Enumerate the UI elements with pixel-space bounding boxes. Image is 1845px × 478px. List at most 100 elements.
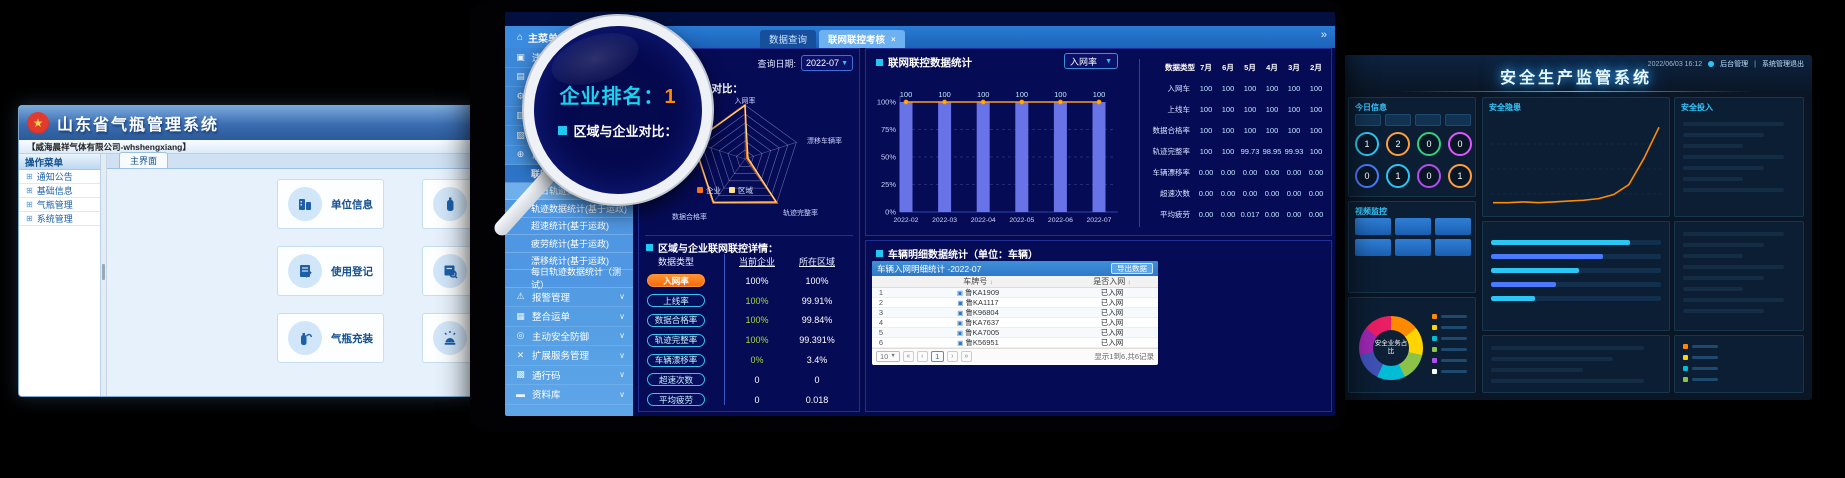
close-tab-icon[interactable]: × bbox=[891, 35, 896, 44]
legend-item bbox=[1683, 366, 1718, 371]
ring-gauge: 0 bbox=[1355, 164, 1379, 188]
submenu-item-超速统计(基于运政)[interactable]: 超速统计(基于运政) bbox=[505, 218, 633, 236]
company-value: 0% bbox=[725, 355, 789, 365]
ring-gauge: 0 bbox=[1417, 132, 1441, 156]
month-cell: 0.00 bbox=[1217, 168, 1239, 177]
table-row[interactable]: 6▣鲁K56951已入网 bbox=[872, 338, 1158, 348]
cylinder-menu-item-1[interactable]: ⊞通知公告 bbox=[19, 170, 100, 184]
month-cell: 0.00 bbox=[1195, 210, 1217, 219]
menu-icon: ▤ bbox=[515, 71, 526, 82]
cylinder-icon bbox=[433, 187, 467, 221]
svg-text:轨迹完整率: 轨迹完整率 bbox=[783, 208, 818, 217]
first-page-button[interactable]: « bbox=[903, 351, 914, 362]
pagination: 10▼ « ‹ 1 › » 显示1到6,共6记录 bbox=[872, 348, 1158, 363]
sidebar-item-扩展服务管理[interactable]: ✕扩展服务管理∨ bbox=[505, 346, 633, 366]
month-cell: 100 bbox=[1261, 84, 1283, 93]
video-button[interactable] bbox=[1355, 239, 1391, 256]
region-value: 3.4% bbox=[789, 355, 845, 365]
video-button[interactable] bbox=[1355, 218, 1391, 235]
query-date-select[interactable]: 2022-07 ▼ bbox=[801, 55, 853, 71]
expand-plus-icon[interactable]: ⊞ bbox=[26, 214, 33, 223]
video-panel: 视频监控 bbox=[1348, 201, 1476, 293]
ring-gauge: 1 bbox=[1355, 132, 1379, 156]
hazard-label: 安全隐患 bbox=[1489, 102, 1521, 113]
cylinder-menu-item-3[interactable]: ⊞气瓶管理 bbox=[19, 198, 100, 212]
expand-plus-icon[interactable]: ⊞ bbox=[26, 200, 33, 209]
data-type-button-平均疲劳[interactable]: 平均疲劳 bbox=[647, 393, 705, 406]
month-cell: 100 bbox=[1217, 147, 1239, 156]
company-value: 100% bbox=[725, 276, 789, 286]
legend-item-区域[interactable]: 区域 bbox=[729, 185, 753, 196]
cylinder-menu-item-4[interactable]: ⊞系统管理 bbox=[19, 212, 100, 226]
col-plate[interactable]: 车牌号 bbox=[963, 277, 987, 286]
doc-tab-数据查询[interactable]: 数据查询 bbox=[760, 30, 816, 48]
data-type-button-轨迹完整率[interactable]: 轨迹完整率 bbox=[647, 334, 705, 347]
sidebar-item-主动安全防御[interactable]: ◎主动安全防御∨ bbox=[505, 327, 633, 347]
export-button[interactable]: 导出数据 bbox=[1111, 263, 1153, 274]
navbar-more-icon[interactable]: » bbox=[1321, 29, 1327, 41]
month-cell: 100 bbox=[1195, 105, 1217, 114]
sidebar-item-整合运单[interactable]: ▦整合运单∨ bbox=[505, 307, 633, 327]
page-size-select[interactable]: 10▼ bbox=[876, 351, 900, 362]
month-cell: 100 bbox=[1217, 126, 1239, 135]
data-type-button-超速次数[interactable]: 超速次数 bbox=[647, 373, 705, 386]
submenu-item-疲劳统计(基于运政)[interactable]: 疲劳统计(基于运政) bbox=[505, 235, 633, 253]
legend-item-企业[interactable]: 企业 bbox=[697, 185, 721, 196]
svg-text:100: 100 bbox=[1054, 90, 1067, 99]
last-page-button[interactable]: » bbox=[961, 351, 972, 362]
tile-register[interactable]: 使用登记 bbox=[277, 246, 384, 296]
month-cell: 100 bbox=[1305, 126, 1327, 135]
data-type-button-上线率[interactable]: 上线率 bbox=[647, 294, 705, 307]
submenu-item-每日轨迹数据统计（测试）[interactable]: 每日轨迹数据统计（测试） bbox=[505, 270, 633, 288]
svg-text:2022-06: 2022-06 bbox=[1048, 217, 1073, 224]
tab-main[interactable]: 主界面 bbox=[119, 152, 168, 168]
prev-page-button[interactable]: ‹ bbox=[917, 351, 928, 362]
legend-item bbox=[1683, 377, 1718, 382]
company-value: 100% bbox=[725, 315, 789, 325]
video-button[interactable] bbox=[1435, 218, 1471, 235]
doc-tab-联网联控考核[interactable]: 联网联控考核× bbox=[819, 30, 905, 48]
chevron-down-icon: ▼ bbox=[1105, 58, 1112, 65]
tile-building[interactable]: 单位信息 bbox=[277, 179, 384, 229]
detail-row-入网率: 入网率100%100% bbox=[639, 271, 859, 291]
tile-filling[interactable]: 气瓶充装 bbox=[277, 313, 384, 363]
data-type-button-车辆漂移率[interactable]: 车辆漂移率 bbox=[647, 354, 705, 367]
col-status[interactable]: 是否入网 bbox=[1093, 277, 1125, 286]
data-type-button-入网率[interactable]: 入网率 bbox=[647, 274, 705, 287]
video-label: 视频监控 bbox=[1355, 206, 1387, 217]
chevron-down-icon: ∨ bbox=[619, 292, 625, 301]
vehicle-table-band-title: 车辆入网明细统计 -2022-07 bbox=[877, 263, 981, 275]
sidebar-item-资料库[interactable]: ▬资料库∨ bbox=[505, 385, 633, 405]
data-type-button-数据合格率[interactable]: 数据合格率 bbox=[647, 314, 705, 327]
svg-text:数据合格率: 数据合格率 bbox=[672, 212, 707, 221]
risk-bars-panel bbox=[1482, 221, 1670, 331]
col-region: 所在区域 bbox=[789, 255, 845, 268]
stat-chip bbox=[1445, 114, 1471, 126]
month-row-label: 轨迹完整率 bbox=[1147, 146, 1195, 157]
current-page[interactable]: 1 bbox=[931, 351, 944, 362]
video-button[interactable] bbox=[1395, 239, 1431, 256]
col-current-company: 当前企业 bbox=[725, 255, 789, 268]
truck-icon: ▣ bbox=[957, 300, 963, 307]
video-button[interactable] bbox=[1435, 239, 1471, 256]
expand-plus-icon[interactable]: ⊞ bbox=[26, 186, 33, 195]
video-button[interactable] bbox=[1395, 218, 1431, 235]
month-cell: 100 bbox=[1239, 105, 1261, 114]
cylinder-menu-item-2[interactable]: ⊞基础信息 bbox=[19, 184, 100, 198]
month-col-header: 4月 bbox=[1261, 62, 1283, 73]
month-row-label: 上线车 bbox=[1147, 104, 1195, 115]
next-page-button[interactable]: › bbox=[947, 351, 958, 362]
svg-text:2022-05: 2022-05 bbox=[1009, 217, 1034, 224]
truck-icon: ▣ bbox=[957, 310, 963, 317]
month-cell: 0.017 bbox=[1239, 210, 1261, 219]
col-data-type: 数据类型 bbox=[647, 255, 705, 268]
chevron-down-icon: ∨ bbox=[619, 390, 625, 399]
sidebar-item-通行码[interactable]: ▩通行码∨ bbox=[505, 366, 633, 386]
expand-plus-icon[interactable]: ⊞ bbox=[26, 172, 33, 181]
region-value: 99.84% bbox=[789, 315, 845, 325]
plate-number: 鲁K56951 bbox=[965, 338, 998, 347]
cylinder-tabstrip: 主界面 bbox=[107, 154, 499, 169]
plate-number: 鲁K96804 bbox=[965, 308, 998, 317]
month-cell: 100 bbox=[1261, 105, 1283, 114]
donut-panel: 安全业务占比 bbox=[1348, 297, 1476, 393]
